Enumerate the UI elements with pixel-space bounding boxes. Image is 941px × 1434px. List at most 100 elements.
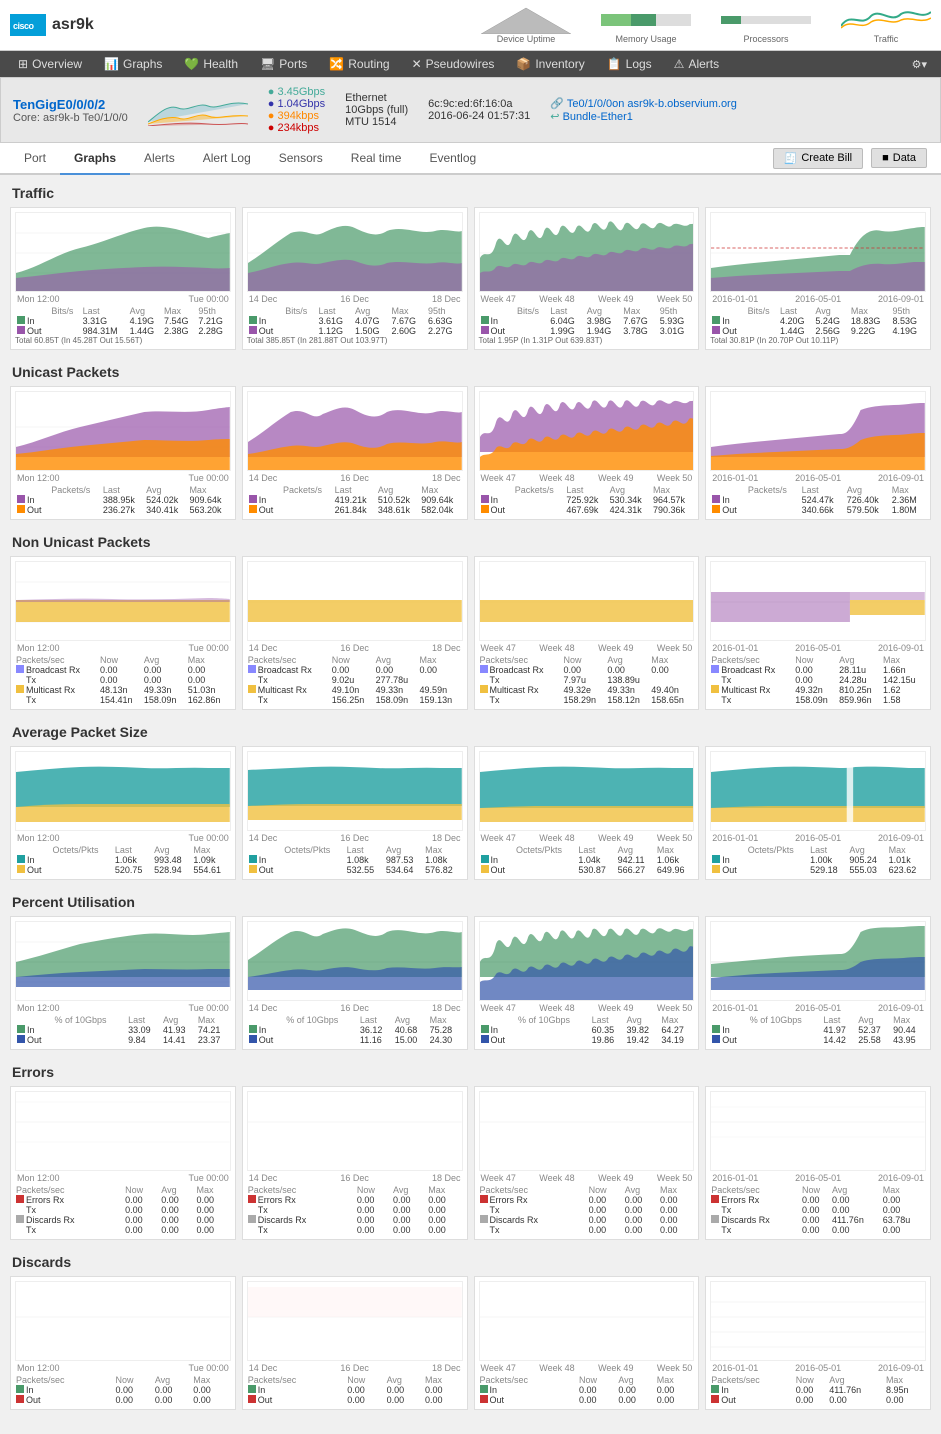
disc-chart-2: 14 Dec16 Dec18 Dec Packets/secNowAvgMax … (242, 1276, 468, 1410)
unicast-area-1 (15, 391, 231, 471)
nonunicast-charts: Mon 12:00Tue 00:00 Packets/secNowAvgMax … (10, 556, 931, 710)
interface-info: TenGigE0/0/0/2 Core: asr9k-b Te0/1/0/0 (13, 97, 128, 124)
traffic-label: Traffic (841, 34, 931, 44)
traffic-chart-area-3 (479, 212, 695, 292)
data-icon: ■ (882, 152, 889, 164)
nav-ports[interactable]: 🖥 Ports (250, 51, 317, 77)
err-area-4 (710, 1091, 926, 1171)
tab-realtime[interactable]: Real time (337, 143, 416, 175)
nav-pseudowires[interactable]: ✕ Pseudowires (402, 51, 505, 77)
utilisation-charts: Mon 12:00Tue 00:00 % of 10GbpsLastAvgMax… (10, 916, 931, 1050)
tab-bar: Port Graphs Alerts Alert Log Sensors Rea… (0, 143, 941, 175)
unicast-section: Unicast Packets Mon 12:00Tue 00:00 Packe… (10, 364, 931, 520)
link1[interactable]: Te0/1/0/0on asr9k-b.observium.org (567, 98, 737, 110)
alerts-icon: ⚠ (674, 57, 685, 71)
disc-chart-4: 2016-01-012016-05-012016-09-01 Packets/s… (705, 1276, 931, 1410)
traffic-stats-3: Bits/sLastAvgMax95th In6.04G3.98G7.67G5.… (479, 306, 695, 345)
device-name: asr9k (52, 16, 94, 34)
unicast-chart-1: Mon 12:00Tue 00:00 Packets/sLastAvgMax I… (10, 386, 236, 520)
ap-area-4 (710, 751, 926, 831)
unicast-charts: Mon 12:00Tue 00:00 Packets/sLastAvgMax I… (10, 386, 931, 520)
traffic-xlabels-4: 2016-01-012016-05-012016-09-01 (710, 294, 926, 304)
errors-section: Errors Mon 12:00Tue 00:00 Packets/secNow… (10, 1064, 931, 1240)
nu-area-4 (710, 561, 926, 641)
nu-area-2 (247, 561, 463, 641)
ap-chart-3: Week 47Week 48Week 49Week 50 Octets/Pkts… (474, 746, 700, 880)
discards-charts: Mon 12:00Tue 00:00 Packets/secNowAvgMax … (10, 1276, 931, 1410)
nu-chart-1: Mon 12:00Tue 00:00 Packets/secNowAvgMax … (10, 556, 236, 710)
traffic-xlabels-1: Mon 12:00Tue 00:00 (15, 294, 231, 304)
data-button[interactable]: ■ Data (871, 148, 927, 168)
tab-actions: 🧾 Create Bill ■ Data (773, 148, 931, 169)
inventory-icon: 📦 (516, 57, 531, 71)
link2[interactable]: Bundle-Ether1 (563, 111, 633, 123)
unicast-chart-3: Week 47Week 48Week 49Week 50 Packets/sLa… (474, 386, 700, 520)
discards-title: Discards (10, 1254, 931, 1270)
util-area-3 (479, 921, 695, 1001)
content: Traffic Mon 12:00 (0, 175, 941, 1434)
tab-sensors[interactable]: Sensors (265, 143, 337, 175)
interface-chart-thumbnail (148, 94, 248, 126)
pseudowires-icon: ✕ (412, 57, 422, 71)
traffic-stats-1: Bits/sLastAvgMax95th In3.31G4.19G7.54G7.… (15, 306, 231, 345)
tab-eventlog[interactable]: Eventlog (415, 143, 490, 175)
nav-inventory[interactable]: 📦 Inventory (506, 51, 594, 77)
ap-area-1 (15, 751, 231, 831)
nav-routing[interactable]: 🔀 Routing (319, 51, 399, 77)
top-bar: cisco asr9k Device Uptime Memory Usage (0, 0, 941, 51)
traffic-chart-area-2 (247, 212, 463, 292)
ap-area-3 (479, 751, 695, 831)
routing-label: Routing (348, 57, 389, 71)
tab-items: Port Graphs Alerts Alert Log Sensors Rea… (10, 143, 490, 173)
nav-alerts[interactable]: ⚠ Alerts (664, 51, 729, 77)
tab-alert-log[interactable]: Alert Log (189, 143, 265, 175)
nav-gear[interactable]: ⚙▾ (906, 52, 933, 77)
disc-chart-1: Mon 12:00Tue 00:00 Packets/secNowAvgMax … (10, 1276, 236, 1410)
interface-core: Core: asr9k-b Te0/1/0/0 (13, 112, 128, 124)
nu-chart-3: Week 47Week 48Week 49Week 50 Packets/sec… (474, 556, 700, 710)
nav-logs[interactable]: 📋 Logs (597, 51, 662, 77)
util-chart-2: 14 Dec16 Dec18 Dec % of 10GbpsLastAvgMax… (242, 916, 468, 1050)
logs-icon: 📋 (607, 57, 622, 71)
traffic-stats-2: Bits/sLastAvgMax95th In3.61G4.07G7.67G6.… (247, 306, 463, 345)
overview-icon: ⊞ (18, 57, 28, 71)
bill-icon: 🧾 (784, 152, 798, 165)
unicast-area-2 (247, 391, 463, 471)
interface-mac: 6c:9c:ed:6f:16:0a 2016-06-24 01:57:31 (428, 98, 530, 122)
nu-area-1 (15, 561, 231, 641)
avgpacket-charts: Mon 12:00Tue 00:00 Octets/PktsLastAvgMax… (10, 746, 931, 880)
interface-name: TenGigE0/0/0/2 (13, 97, 128, 112)
disc-chart-3: Week 47Week 48Week 49Week 50 Packets/sec… (474, 1276, 700, 1410)
nav-overview[interactable]: ⊞ Overview (8, 51, 92, 77)
tab-alerts[interactable]: Alerts (130, 143, 189, 175)
interface-speeds: ● 3.45Gbps ● 1.04Gbps ● 394kbps ● 234kbp… (268, 86, 325, 134)
util-area-1 (15, 921, 231, 1001)
nonunicast-title: Non Unicast Packets (10, 534, 931, 550)
nav-graphs[interactable]: 📊 Graphs (94, 51, 172, 77)
disc-area-1 (15, 1281, 231, 1361)
ap-chart-2: 14 Dec16 Dec18 Dec Octets/PktsLastAvgMax… (242, 746, 468, 880)
processors-label: Processors (721, 34, 811, 44)
tab-graphs[interactable]: Graphs (60, 143, 130, 175)
create-bill-button[interactable]: 🧾 Create Bill (773, 148, 863, 169)
utilisation-title: Percent Utilisation (10, 894, 931, 910)
tab-port[interactable]: Port (10, 143, 60, 175)
nonunicast-section: Non Unicast Packets Mon 12:00Tue 00: (10, 534, 931, 710)
ap-chart-4: 2016-01-012016-05-012016-09-01 Octets/Pk… (705, 746, 931, 880)
nav-health[interactable]: 💚 Health (174, 51, 248, 77)
util-area-2 (247, 921, 463, 1001)
err-area-3 (479, 1091, 695, 1171)
err-area-2 (247, 1091, 463, 1171)
memory-stat: Memory Usage (601, 6, 691, 44)
health-label: Health (203, 57, 238, 71)
disc-area-4 (710, 1281, 926, 1361)
err-chart-3: Week 47Week 48Week 49Week 50 Packets/sec… (474, 1086, 700, 1240)
errors-title: Errors (10, 1064, 931, 1080)
cisco-icon: cisco (10, 15, 46, 35)
traffic-chart-week: 14 Dec16 Dec18 Dec Bits/sLastAvgMax95th … (242, 207, 468, 350)
interface-ethernet: Ethernet 10Gbps (full) MTU 1514 (345, 92, 408, 128)
nu-chart-2: 14 Dec16 Dec18 Dec Packets/secNowAvgMax … (242, 556, 468, 710)
unicast-title: Unicast Packets (10, 364, 931, 380)
traffic-stats-4: Bits/sLastAvgMax95th In4.20G5.24G18.83G8… (710, 306, 926, 345)
nav-bar: ⊞ Overview 📊 Graphs 💚 Health 🖥 Ports 🔀 R… (0, 51, 941, 77)
